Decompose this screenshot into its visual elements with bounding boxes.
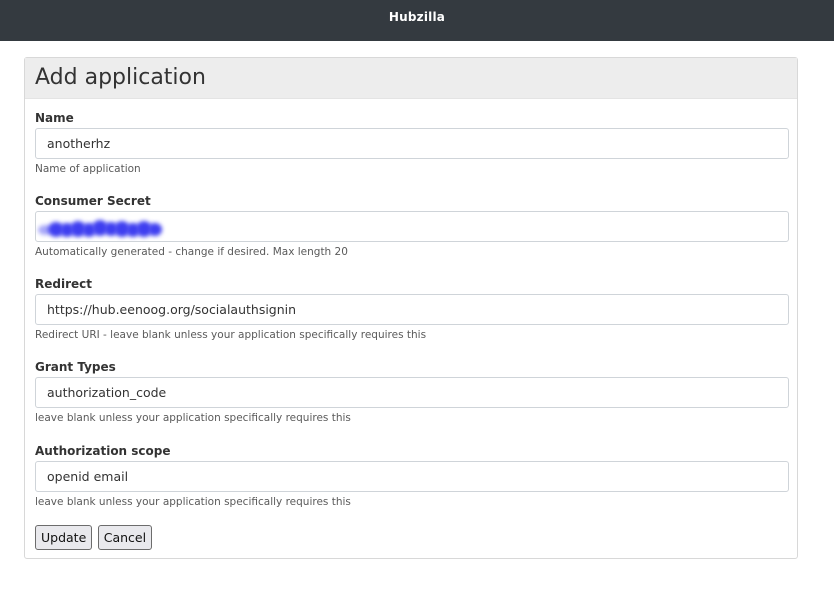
consumer-secret-help-text: Automatically generated - change if desi… [35,246,348,258]
site-brand[interactable]: Hubzilla [0,10,834,24]
redirect-field-group: Redirect https://hub.eenoog.org/socialau… [35,277,789,341]
consumer-secret-label: Consumer Secret [35,194,151,208]
cancel-button[interactable]: Cancel [97,525,153,550]
consumer-secret-input[interactable] [35,211,789,242]
page-title: Add application [35,65,206,90]
grant-types-label: Grant Types [35,360,116,374]
add-application-panel: Add application Name anotherhz Name of a… [24,57,798,559]
name-help-text: Name of application [35,163,141,175]
panel-header: Add application [25,58,797,99]
authorization-scope-field-group: Authorization scope openid email leave b… [35,444,789,508]
name-field-group: Name anotherhz Name of application [35,111,789,175]
authorization-scope-help-text: leave blank unless your application spec… [35,496,351,508]
consumer-secret-field-group: Consumer Secret Automatically generated … [35,194,789,258]
name-input[interactable]: anotherhz [35,128,789,159]
redirect-help-text: Redirect URI - leave blank unless your a… [35,329,427,341]
grant-types-input[interactable]: authorization_code [35,377,789,408]
form-actions: Update Cancel [35,525,153,550]
update-button[interactable]: Update [35,525,93,550]
grant-types-field-group: Grant Types authorization_code leave bla… [35,360,789,424]
authorization-scope-label: Authorization scope [35,444,171,458]
redacted-secret-blur [38,218,164,239]
top-navbar: Hubzilla [0,0,834,41]
redirect-label: Redirect [35,277,92,291]
redirect-input[interactable]: https://hub.eenoog.org/socialauthsignin [35,294,789,325]
name-label: Name [35,111,74,125]
grant-types-help-text: leave blank unless your application spec… [35,412,351,424]
authorization-scope-input[interactable]: openid email [35,461,789,492]
